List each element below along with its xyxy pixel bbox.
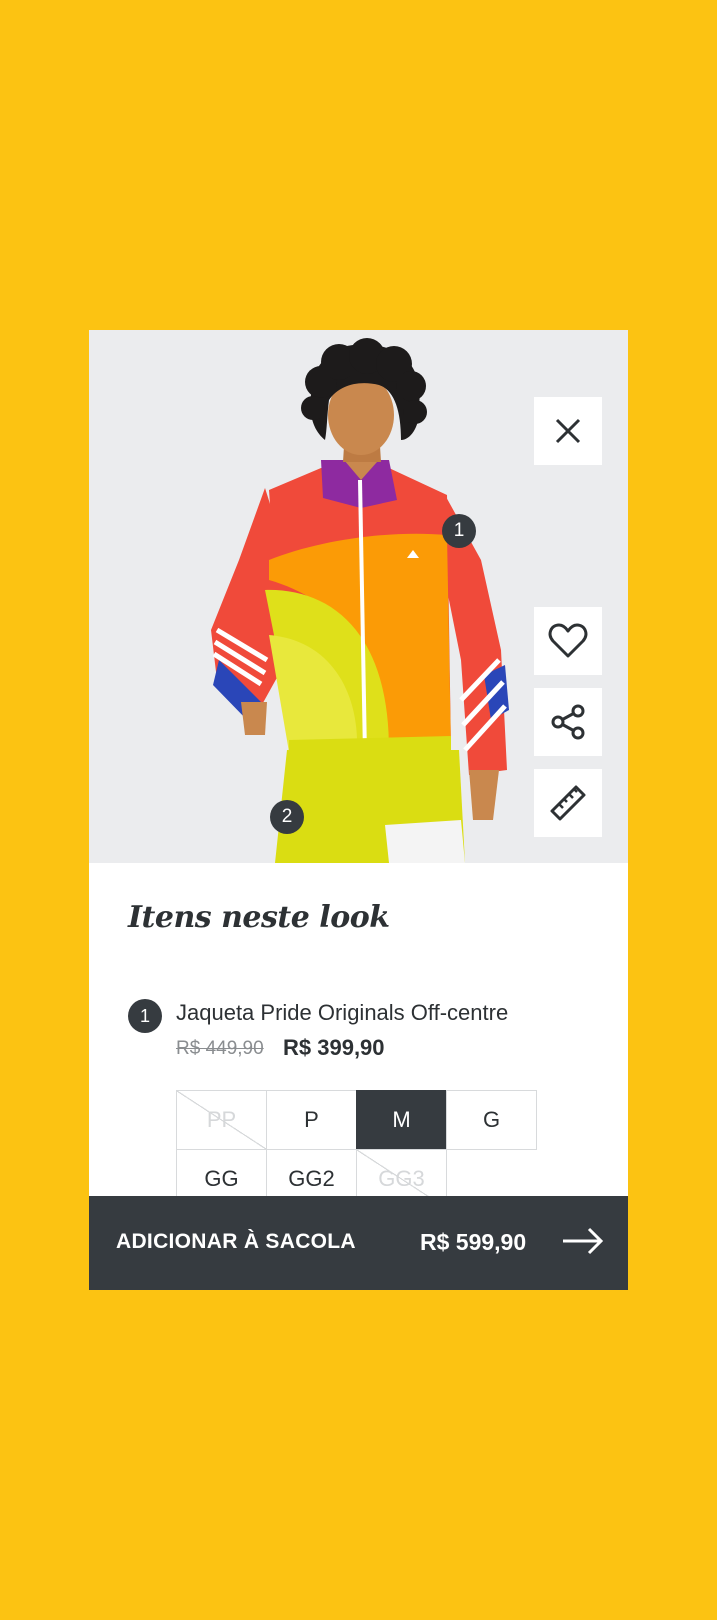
size-selector: PP P M G GG GG2 GG3: [176, 1090, 537, 1209]
close-button[interactable]: [534, 397, 602, 465]
look-title: Itens neste look: [128, 900, 390, 935]
arrow-right-icon: [563, 1227, 604, 1255]
size-option-g[interactable]: G: [446, 1090, 537, 1150]
item-number-badge: 1: [128, 999, 162, 1033]
size-guide-button[interactable]: [534, 769, 602, 837]
favorite-button[interactable]: [534, 607, 602, 675]
hotspot-1[interactable]: 1: [442, 514, 476, 548]
hotspot-label: 2: [281, 806, 293, 827]
add-to-bag-label: ADICIONAR À SACOLA: [116, 1230, 356, 1253]
sale-price: R$ 399,90: [283, 1035, 385, 1060]
size-option-m[interactable]: M: [356, 1090, 447, 1150]
hotspot-2[interactable]: 2: [270, 800, 304, 834]
cart-total: R$ 599,90: [420, 1229, 527, 1255]
ruler-icon: [550, 785, 586, 821]
size-option-pp: PP: [176, 1090, 267, 1150]
heart-icon: [548, 623, 588, 658]
hotspot-label: 1: [453, 520, 465, 541]
look-image: 1 2: [89, 330, 628, 863]
share-icon: [551, 704, 585, 740]
size-option-p[interactable]: P: [266, 1090, 357, 1150]
close-icon: [555, 418, 581, 444]
add-to-bag-button[interactable]: ADICIONAR À SACOLA R$ 599,90: [89, 1196, 628, 1290]
original-price: R$ 449,90: [176, 1038, 264, 1059]
product-name[interactable]: Jaqueta Pride Originals Off-centre: [176, 1000, 508, 1026]
share-button[interactable]: [534, 688, 602, 756]
look-modal: 1 2 Itens neste look 1 Jaqueta Pride Ori…: [89, 330, 628, 1290]
